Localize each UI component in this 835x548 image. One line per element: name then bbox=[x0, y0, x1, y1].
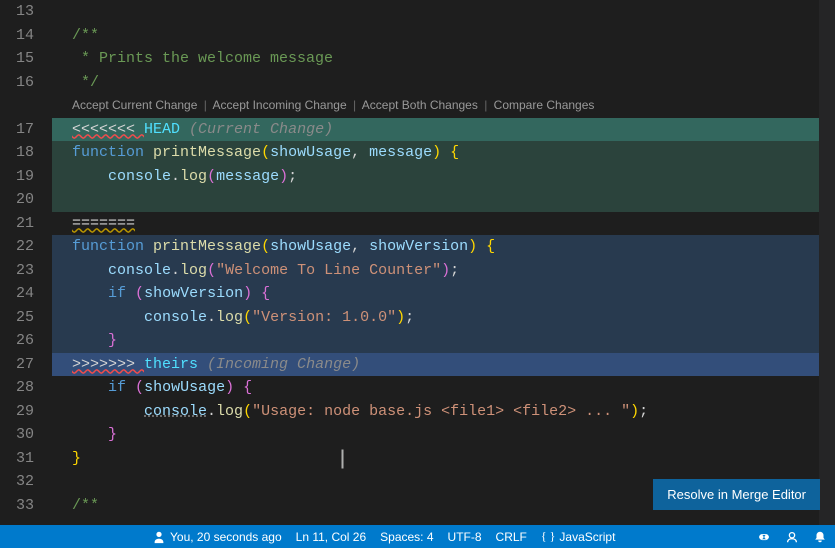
status-bar: You, 20 seconds ago Ln 11, Col 26 Spaces… bbox=[0, 525, 835, 548]
indentation-status[interactable]: Spaces: 4 bbox=[380, 530, 433, 544]
code-editor[interactable]: 13141516 17181920 21222324252627 2829303… bbox=[0, 0, 835, 525]
merge-codelens: Accept Current Change | Accept Incoming … bbox=[52, 94, 835, 118]
accept-current-link[interactable]: Accept Current Change bbox=[72, 98, 197, 112]
language-mode[interactable]: { } JavaScript bbox=[541, 529, 616, 544]
person-icon bbox=[152, 530, 166, 544]
eol-status[interactable]: CRLF bbox=[496, 530, 527, 544]
comment: /** bbox=[72, 497, 99, 514]
accept-both-link[interactable]: Accept Both Changes bbox=[362, 98, 478, 112]
conflict-head-marker: <<<<<<< HEAD (Current Change) bbox=[52, 118, 835, 142]
cursor-position[interactable]: Ln 11, Col 26 bbox=[296, 530, 367, 544]
encoding-status[interactable]: UTF-8 bbox=[448, 530, 482, 544]
conflict-mid-marker: ======= bbox=[52, 212, 835, 236]
notifications-icon[interactable] bbox=[813, 530, 827, 544]
feedback-icon[interactable] bbox=[785, 530, 799, 544]
line-gutter: 13141516 17181920 21222324252627 2829303… bbox=[0, 0, 52, 525]
comment: */ bbox=[72, 74, 99, 91]
copilot-icon[interactable] bbox=[757, 530, 771, 544]
compare-changes-link[interactable]: Compare Changes bbox=[494, 98, 595, 112]
minimap[interactable] bbox=[819, 0, 835, 525]
comment: * Prints the welcome message bbox=[72, 50, 333, 67]
resolve-merge-button[interactable]: Resolve in Merge Editor bbox=[653, 479, 820, 510]
accept-incoming-link[interactable]: Accept Incoming Change bbox=[213, 98, 347, 112]
git-blame-status[interactable]: You, 20 seconds ago bbox=[152, 530, 282, 544]
text-cursor bbox=[342, 450, 343, 468]
conflict-tail-marker: >>>>>>> theirs (Incoming Change) bbox=[52, 353, 835, 377]
code-content[interactable]: /** * Prints the welcome message */ Acce… bbox=[52, 0, 835, 525]
comment: /** bbox=[72, 27, 99, 44]
